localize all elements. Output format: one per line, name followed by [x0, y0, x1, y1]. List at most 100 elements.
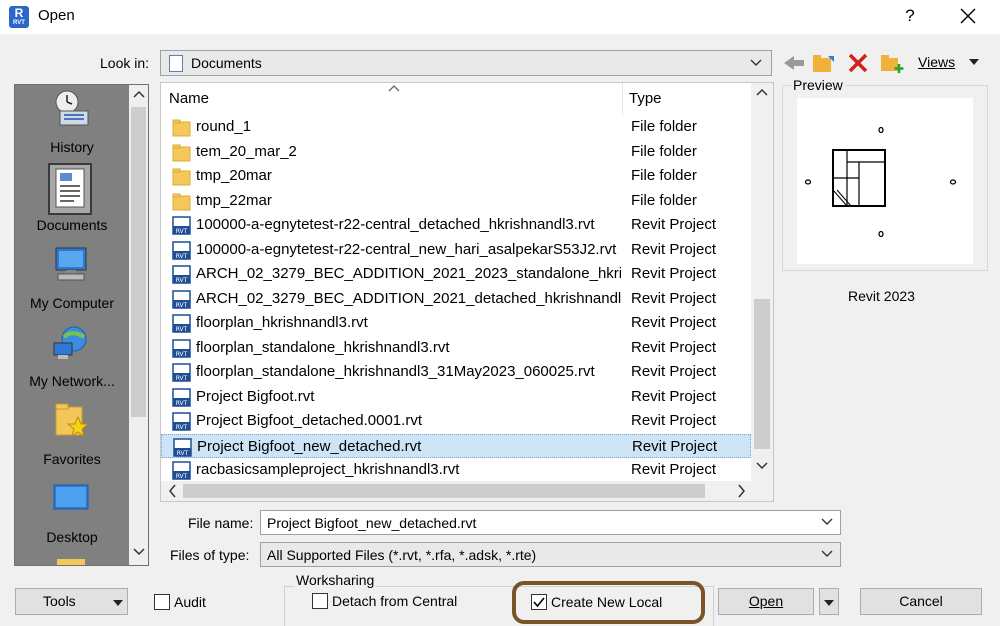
- audit-checkbox[interactable]: [154, 594, 170, 610]
- place-label: Desktop: [46, 529, 98, 545]
- file-type: Revit Project: [631, 289, 717, 307]
- file-row[interactable]: RVT racbasicsampleproject_hkrishnandl3.rv…: [161, 458, 751, 482]
- folder-icon: [57, 559, 85, 565]
- svg-text:RVT: RVT: [176, 424, 188, 431]
- chevron-down-icon[interactable]: [133, 547, 145, 557]
- rvt-icon: RVT: [172, 387, 191, 407]
- place-desktop[interactable]: Desktop: [15, 475, 129, 553]
- audit-label: Audit: [174, 594, 206, 610]
- svg-text:RVT: RVT: [176, 228, 188, 235]
- svg-text:RVT: RVT: [176, 473, 188, 480]
- place-label: My Network...: [29, 373, 115, 389]
- cancel-label: Cancel: [899, 593, 943, 609]
- file-row[interactable]: RVT floorplan_standalone_hkrishnandl3_31M…: [161, 360, 751, 384]
- cancel-button[interactable]: Cancel: [860, 588, 982, 615]
- lookin-dropdown[interactable]: Documents: [160, 50, 772, 76]
- column-divider[interactable]: [622, 83, 623, 115]
- file-type: Revit Project: [632, 437, 718, 455]
- place-label: My Computer: [29, 295, 115, 311]
- places-scroll-thumb[interactable]: [131, 107, 146, 417]
- file-name-input[interactable]: Project Bigfoot_new_detached.rvt: [260, 510, 841, 535]
- detach-from-central-checkbox[interactable]: [312, 593, 328, 609]
- hscroll-thumb[interactable]: [183, 484, 705, 498]
- file-row[interactable]: RVT ARCH_02_3279_BEC_ADDITION_2021_detach…: [161, 287, 751, 311]
- file-row[interactable]: round_1 File folder: [161, 115, 751, 139]
- file-list-hscrollbar[interactable]: [161, 481, 773, 501]
- place-my-computer[interactable]: My Computer: [15, 241, 129, 319]
- file-row[interactable]: RVT floorplan_standalone_hkrishnandl3.rvt…: [161, 336, 751, 360]
- place-documents[interactable]: Documents: [15, 163, 129, 241]
- open-button[interactable]: Open: [718, 588, 814, 615]
- file-row[interactable]: RVT Project Bigfoot_detached.0001.rvt Revi…: [161, 409, 751, 433]
- chevron-up-icon[interactable]: [133, 89, 145, 99]
- network-icon: [52, 323, 90, 361]
- file-type-dropdown[interactable]: All Supported Files (*.rvt, *.rfa, *.ads…: [260, 542, 841, 567]
- chevron-down-icon[interactable]: [820, 515, 834, 529]
- file-type: File folder: [631, 167, 697, 184]
- window-title: Open: [38, 7, 75, 24]
- rvt-icon: RVT: [172, 461, 191, 480]
- places-list: History Documents My Computer My Network...…: [15, 85, 129, 565]
- views-dropdown-icon[interactable]: [966, 54, 982, 70]
- file-row[interactable]: RVT floorplan_hkrishnandl3.rvt Revit Proje…: [161, 311, 751, 335]
- file-row[interactable]: RVT Project Bigfoot.rvt Revit Project: [161, 385, 751, 409]
- desktop-icon: [52, 479, 90, 517]
- folder-up-icon: [813, 55, 834, 72]
- rvt-icon: RVT: [172, 289, 191, 309]
- new-folder-icon[interactable]: [880, 52, 904, 74]
- file-type: Revit Project: [631, 412, 717, 429]
- close-button[interactable]: [954, 3, 982, 29]
- folder-icon: [172, 143, 191, 162]
- place-my-network[interactable]: My Network...: [15, 319, 129, 397]
- folder-icon: [172, 167, 191, 186]
- chevron-right-icon[interactable]: [735, 482, 747, 500]
- place-history[interactable]: History: [15, 85, 129, 163]
- place-label: Documents: [36, 217, 108, 233]
- views-menu-button[interactable]: Views: [918, 54, 955, 70]
- tools-label: Tools: [43, 593, 76, 609]
- rvt-icon: RVT: [172, 240, 191, 260]
- rvt-icon: RVT: [172, 216, 191, 235]
- preview-panel: [782, 85, 988, 271]
- file-list-vscrollbar[interactable]: [751, 83, 773, 481]
- delete-icon[interactable]: [846, 52, 870, 74]
- file-row[interactable]: RVT 100000-a-egnytetest-r22-central_new_h…: [161, 238, 751, 262]
- help-button[interactable]: ?: [898, 4, 922, 28]
- tools-button[interactable]: Tools: [15, 588, 128, 615]
- chevron-down-icon[interactable]: [756, 461, 768, 471]
- file-row[interactable]: tmp_22mar File folder: [161, 189, 751, 213]
- computer-icon: [52, 245, 90, 283]
- file-type-value: All Supported Files (*.rvt, *.rfa, *.ads…: [267, 547, 537, 563]
- file-type: Revit Project: [631, 338, 717, 356]
- places-bar: History Documents My Computer My Network...…: [14, 84, 149, 566]
- file-row[interactable]: RVT 100000-a-egnytetest-r22-central_detac…: [161, 213, 751, 237]
- open-options-button[interactable]: [819, 588, 839, 615]
- file-list: Name Type round_1 File folder tem_20_mar_2…: [160, 82, 774, 502]
- svg-text:RVT: RVT: [177, 450, 189, 457]
- lookin-label: Look in:: [100, 55, 150, 71]
- file-type: Revit Project: [631, 265, 717, 282]
- back-icon[interactable]: [782, 52, 806, 74]
- file-name: Project Bigfoot_new_detached.rvt: [197, 437, 422, 455]
- annotation-highlight-ring: [512, 581, 705, 624]
- file-name: round_1: [196, 118, 252, 135]
- places-scrollbar[interactable]: [129, 85, 148, 565]
- file-name: 100000-a-egnytetest-r22-central_detached…: [196, 216, 595, 233]
- detach-from-central-label: Detach from Central: [332, 593, 458, 609]
- vscroll-thumb[interactable]: [754, 299, 770, 449]
- rvt-icon: RVT: [172, 363, 191, 382]
- chevron-up-icon[interactable]: [756, 87, 768, 97]
- chevron-down-icon: [750, 59, 762, 66]
- file-type: Revit Project: [631, 314, 717, 331]
- file-row[interactable]: tem_20_mar_2 File folder: [161, 140, 751, 164]
- place-favorites[interactable]: Favorites: [15, 397, 129, 475]
- file-row[interactable]: RVT ARCH_02_3279_BEC_ADDITION_2021_2023_s…: [161, 262, 751, 286]
- file-row[interactable]: tmp_20mar File folder: [161, 164, 751, 188]
- preview-label: Preview: [791, 77, 845, 93]
- file-row[interactable]: RVT Project Bigfoot_new_detached.rvt Revit…: [161, 433, 751, 458]
- file-name: ARCH_02_3279_BEC_ADDITION_2021_2023_stan…: [196, 265, 621, 282]
- back-arrow-icon: [784, 56, 804, 70]
- up-folder-icon[interactable]: [812, 52, 836, 74]
- chevron-left-icon[interactable]: [167, 482, 179, 500]
- file-type: File folder: [631, 118, 697, 135]
